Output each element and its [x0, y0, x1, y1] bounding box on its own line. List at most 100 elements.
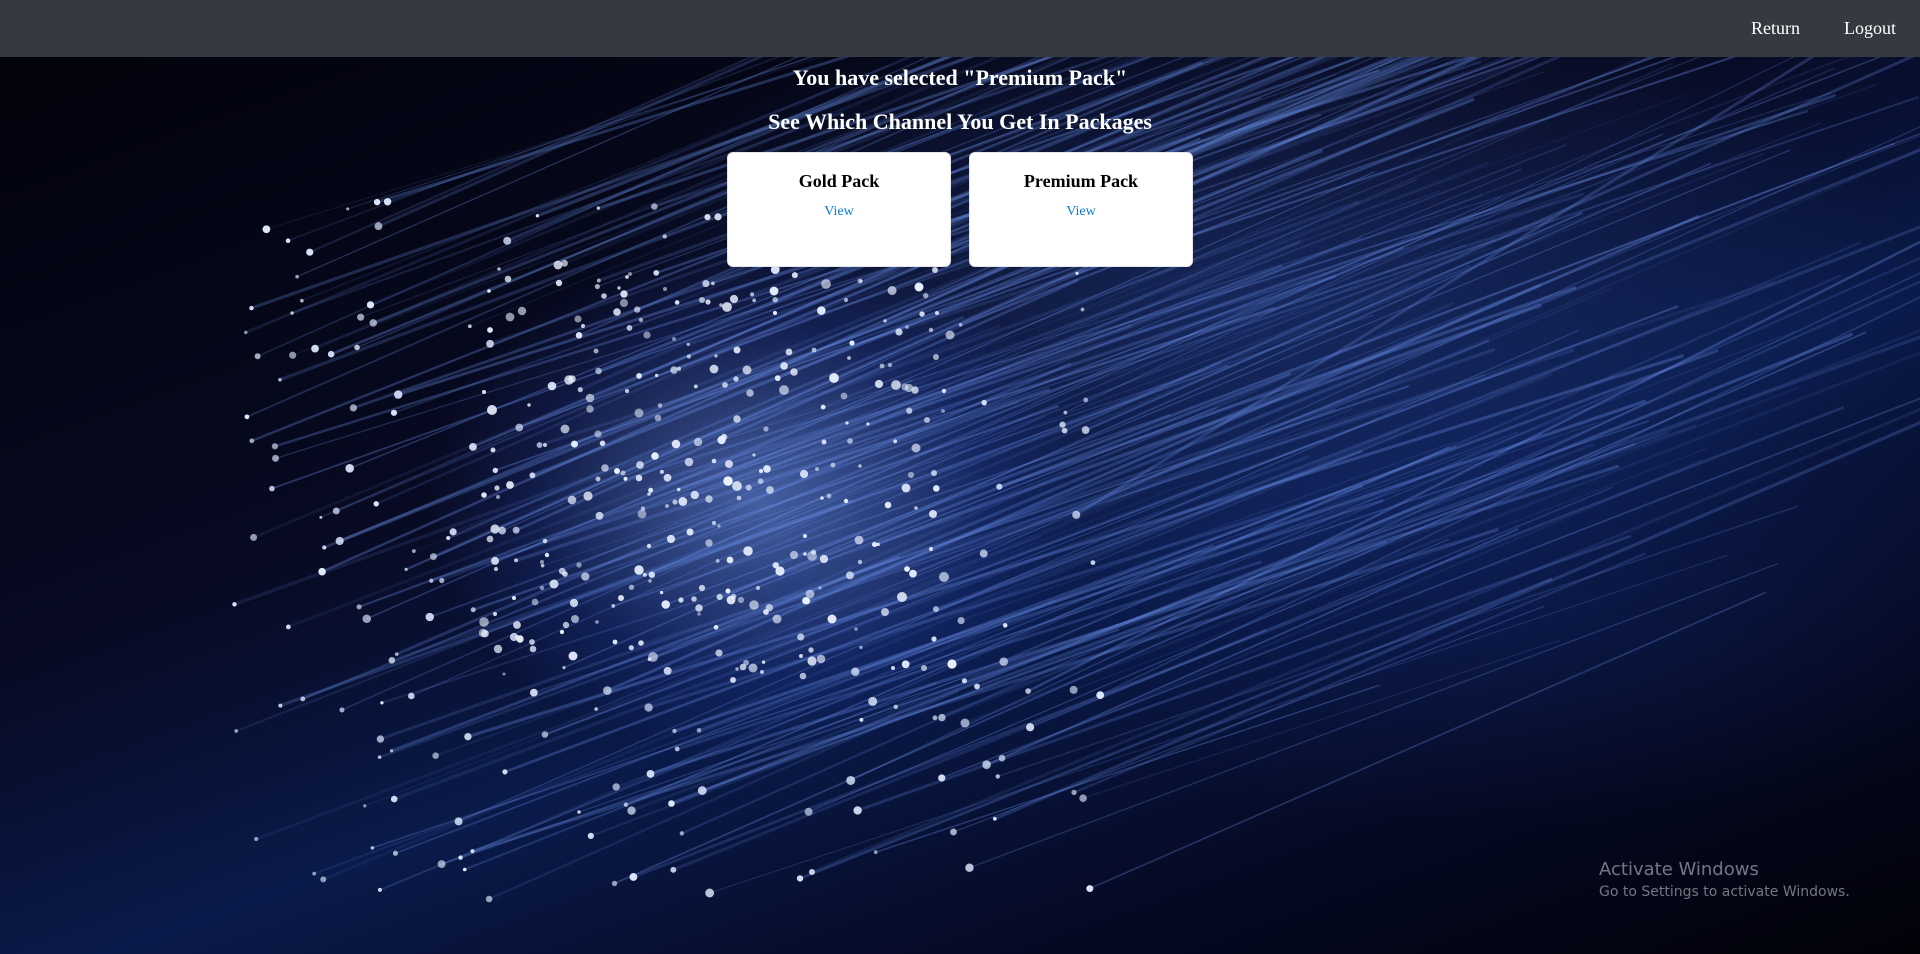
fiber-tip — [544, 552, 550, 558]
fiber-tip — [690, 490, 699, 500]
fiber-tip — [486, 339, 494, 348]
fiber-tip — [672, 728, 677, 734]
fiber-tip — [576, 562, 582, 568]
fiber-tip — [709, 364, 719, 374]
fiber-tip — [536, 442, 543, 448]
fiber-tip — [904, 383, 914, 393]
view-gold-pack-link[interactable]: View — [824, 204, 853, 220]
logout-link[interactable]: Logout — [1844, 18, 1896, 39]
fiber-tip — [388, 656, 396, 664]
fiber-tip — [931, 636, 937, 642]
fiber-tip — [695, 604, 703, 612]
fiber-tip — [799, 672, 807, 680]
fiber-tip — [271, 443, 278, 450]
fiber-tip — [394, 390, 403, 399]
fiber-tip — [909, 569, 917, 578]
fiber-tip — [562, 621, 570, 629]
fiber-tip — [357, 313, 365, 321]
fiber-tip — [601, 464, 609, 472]
fiber-tip — [739, 663, 747, 671]
fiber-tip — [624, 388, 630, 394]
fiber-tip — [820, 496, 824, 500]
fiber-tip — [818, 586, 822, 590]
fiber-tip — [611, 880, 618, 887]
fiber-tip — [847, 356, 851, 360]
watermark-title: Activate Windows — [1599, 859, 1759, 880]
fiber-tip — [1025, 688, 1032, 695]
fiber-tip — [957, 616, 965, 625]
fiber-tip — [464, 732, 472, 741]
fiber-tip — [638, 317, 644, 323]
fiber-tip — [929, 510, 937, 518]
fiber-tip — [370, 846, 375, 850]
fiber-tip — [879, 363, 885, 369]
fiber-tip — [697, 786, 707, 795]
fiber-tip — [726, 556, 734, 564]
fiber-tip — [634, 306, 641, 313]
fiber-tip — [625, 275, 629, 279]
fiber-tip — [254, 353, 261, 360]
return-link[interactable]: Return — [1751, 18, 1800, 39]
fiber-tip — [808, 869, 815, 876]
fiber-tip — [748, 663, 758, 673]
fiber-tip — [914, 282, 924, 292]
package-card-title: Premium Pack — [1023, 171, 1139, 191]
fiber-tip — [1059, 421, 1066, 428]
fiber-tip — [492, 467, 499, 474]
fiber-tip — [635, 474, 643, 482]
fiber-tip — [819, 554, 829, 564]
fiber-tip — [979, 549, 988, 558]
fiber-tip — [613, 308, 621, 316]
fiber-tip — [737, 596, 745, 604]
fiber-tip — [575, 332, 583, 339]
fiber-tip — [349, 404, 357, 412]
fiber-tip — [693, 384, 698, 389]
fiber-tip — [567, 495, 577, 505]
fiber-tip — [711, 520, 717, 526]
view-premium-pack-link[interactable]: View — [1066, 204, 1095, 220]
fiber-tip — [272, 454, 280, 462]
fiber-tip — [922, 292, 929, 299]
selected-package-heading: You have selected "Premium Pack" — [792, 65, 1128, 90]
fiber-tip — [594, 283, 600, 290]
fiber-tip — [998, 754, 1006, 762]
fiber-tip — [269, 485, 275, 492]
fiber-tip — [449, 528, 457, 536]
fiber-tip — [897, 592, 907, 602]
fiber-tip — [250, 533, 258, 541]
fiber-tip — [648, 487, 654, 493]
fiber-tip — [815, 467, 819, 471]
fiber-tip — [514, 634, 520, 640]
fiber-tip — [549, 579, 559, 589]
fiber-tip — [244, 414, 250, 420]
fiber-tip — [1071, 789, 1077, 796]
fiber-tip — [668, 800, 675, 807]
fiber-tip — [295, 274, 299, 279]
fiber-tip — [891, 380, 901, 390]
fiber-tip — [527, 403, 531, 407]
fiber-tip — [805, 589, 815, 599]
fiber-tip — [596, 278, 601, 283]
fiber-tip — [843, 498, 849, 504]
fiber-tip — [319, 515, 323, 519]
fiber-tip — [595, 476, 601, 482]
fiber-tip — [487, 289, 491, 293]
fiber-strand — [235, 238, 1496, 732]
fiber-tip — [626, 325, 633, 331]
fiber-tip — [705, 888, 715, 898]
fiber-tip — [638, 640, 644, 646]
fiber-tip — [653, 269, 660, 276]
fiber-tip — [574, 315, 582, 323]
fiber-tip — [559, 629, 565, 635]
fiber-tip — [648, 571, 656, 578]
fiber-tip — [674, 300, 680, 305]
fiber-tip — [693, 437, 703, 447]
fiber-tip — [996, 483, 1003, 490]
fiber-tip — [345, 464, 355, 473]
fiber-tip — [769, 286, 779, 296]
fiber-tip — [487, 327, 493, 333]
fiber-tip — [661, 600, 671, 609]
fiber-tip — [827, 614, 837, 624]
fiber-tip — [1079, 794, 1087, 803]
fiber-tip — [512, 526, 520, 534]
